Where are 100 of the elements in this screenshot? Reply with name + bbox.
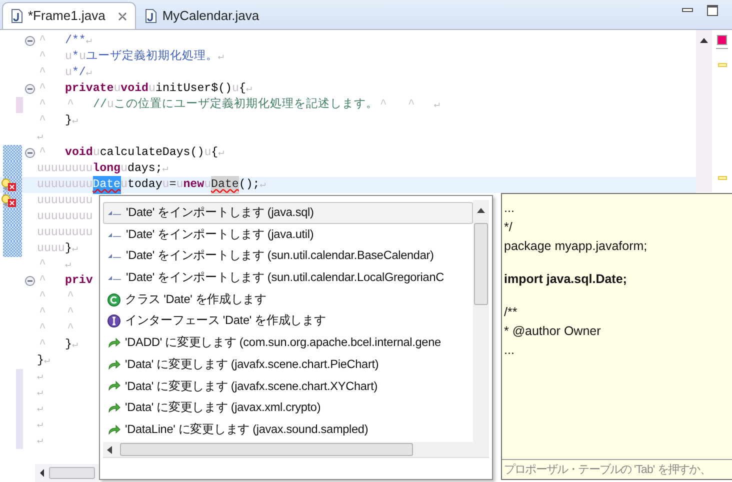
tab-marker: ^ (38, 290, 46, 304)
scroll-left-icon[interactable] (107, 446, 112, 454)
task-marker[interactable] (718, 176, 726, 180)
tab-marker: ^ (38, 98, 46, 112)
code-text: today (127, 177, 162, 194)
line-end-marker: ↵ (434, 98, 440, 112)
whitespace-marker: uuuuuuuu (37, 161, 93, 178)
tab-marker: ^ (38, 274, 46, 288)
whitespace-marker: uuuuuuuu (37, 193, 93, 210)
proposal-item[interactable]: 'Data' に変更します (javax.xml.crypto) (103, 397, 473, 419)
preview-text: ... (504, 342, 516, 359)
task-marker[interactable] (718, 63, 726, 67)
rename-icon (107, 358, 121, 372)
proposal-item[interactable]: インターフェース 'Date' を作成します (103, 310, 473, 332)
keyword: long (92, 161, 121, 178)
scrollbar-thumb[interactable] (49, 467, 95, 479)
code-text: { (211, 145, 218, 162)
proposal-item[interactable]: 'Date' をインポートします (sun.util.calendar.LocalGregorianC (103, 267, 473, 289)
vertical-scrollbar[interactable] (473, 200, 489, 442)
scroll-left-icon[interactable] (39, 469, 45, 477)
code-comment: // (93, 97, 107, 114)
tab-marker: ^ (66, 322, 74, 336)
collapse-icon[interactable] (25, 148, 35, 158)
whitespace-marker: u (148, 81, 156, 98)
proposal-item[interactable]: 'DADD' に変更します (com.sun.org.apache.bcel.internal.gene (103, 332, 473, 354)
minimize-icon[interactable] (682, 8, 693, 13)
code-comment: この位置にユーザ定義初期化処理を記述します。 (114, 96, 378, 114)
status-hint: プロポーザル・テーブルの 'Tab' を押すか、 (502, 459, 732, 479)
proposal-item[interactable]: 'Date' をインポートします (sun.util.calendar.BaseCalendar) (103, 245, 473, 268)
selected-code-text: Date (92, 176, 121, 194)
proposal-item[interactable]: 'Data' に変更します (javafx.scene.chart.XYChart) (103, 376, 473, 398)
code-text: { (238, 81, 246, 97)
javadoc-comment: ユーザ定義初期化処理。 (86, 48, 218, 66)
line-end-marker: ↵ (72, 242, 78, 256)
scroll-up-icon[interactable] (700, 38, 708, 43)
code-text: calculateDays() (100, 145, 204, 162)
horizontal-scrollbar[interactable] (35, 464, 99, 482)
editor-tab[interactable]: *Frame1.java (2, 2, 136, 29)
close-icon[interactable] (118, 12, 128, 20)
keyword: void (120, 81, 149, 98)
scroll-up-icon[interactable] (477, 208, 485, 213)
line-end-marker: ↵ (86, 34, 92, 48)
code-text: } (65, 337, 72, 354)
whitespace-marker: uuuuuuuu (37, 225, 93, 242)
code-text: } (37, 353, 44, 370)
whitespace-marker: u (114, 81, 121, 98)
error-code-text: Date (211, 176, 239, 194)
tab-marker: ^ (38, 66, 46, 80)
line-end-marker: ↵ (72, 338, 78, 352)
collapse-icon[interactable] (25, 84, 35, 94)
line-end-marker: ↵ (260, 178, 266, 192)
code-text: (); (238, 177, 260, 194)
whitespace-marker: u (232, 81, 239, 97)
interface-icon (107, 314, 121, 328)
editor-tab[interactable]: MyCalendar.java (136, 2, 268, 29)
preview-text: /** (504, 304, 518, 321)
line-end-marker: ↵ (37, 130, 44, 144)
tab-marker: ^ (38, 306, 46, 320)
code-text: } (64, 241, 72, 258)
preview-text: */ (504, 219, 514, 236)
maximize-icon[interactable] (707, 5, 718, 16)
code-text: = (169, 177, 176, 194)
tab-marker: ^ (38, 82, 46, 96)
tab-marker: ^ (38, 34, 46, 48)
rename-icon (107, 422, 121, 437)
tab-marker: ^ (38, 114, 46, 128)
proposal-item[interactable]: 'Date' をインポートします (java.sql) (103, 202, 473, 224)
tab-marker: ^ (38, 338, 46, 352)
class-icon (107, 292, 121, 307)
scrollbar-thumb[interactable] (120, 443, 413, 456)
proposal-item[interactable]: 'DataLine' に変更します (javax.sound.sampled) (103, 418, 473, 441)
keyword: new (183, 177, 204, 194)
whitespace-marker: uuuuuuuu (37, 209, 93, 226)
tab-marker: ^ (38, 322, 46, 336)
rename-icon (107, 379, 121, 394)
tab-marker: ^ (378, 98, 387, 112)
line-end-marker: ↵ (218, 146, 224, 160)
tab-marker: ^ (406, 98, 415, 112)
collapse-icon[interactable] (25, 36, 35, 46)
whitespace-marker: u (92, 145, 100, 162)
whitespace-marker: u (65, 65, 72, 82)
javadoc-comment: /** (65, 33, 86, 50)
vertical-scrollbar[interactable] (696, 30, 712, 192)
collapse-icon[interactable] (25, 276, 35, 286)
import-icon (108, 274, 121, 281)
proposal-item[interactable]: クラス 'Date' を作成します (103, 288, 473, 310)
line-end-marker: ↵ (37, 402, 44, 416)
line-end-marker: ↵ (37, 434, 44, 448)
proposal-item[interactable]: 'Date' をインポートします (java.util) (103, 224, 473, 246)
line-end-marker: ↵ (218, 50, 224, 64)
line-end-marker: ↵ (44, 354, 50, 368)
rename-icon (107, 336, 121, 350)
tab-marker: ^ (66, 98, 74, 112)
horizontal-scrollbar[interactable] (103, 442, 489, 457)
line-end-marker: ↵ (246, 82, 252, 96)
proposal-item[interactable]: 'Data' に変更します (javafx.scene.chart.PieChart) (103, 354, 473, 376)
line-end-marker: ↵ (162, 162, 168, 176)
scrollbar-thumb[interactable] (474, 223, 488, 305)
code-text: } (65, 113, 72, 130)
tab-marker: ^ (38, 50, 46, 64)
